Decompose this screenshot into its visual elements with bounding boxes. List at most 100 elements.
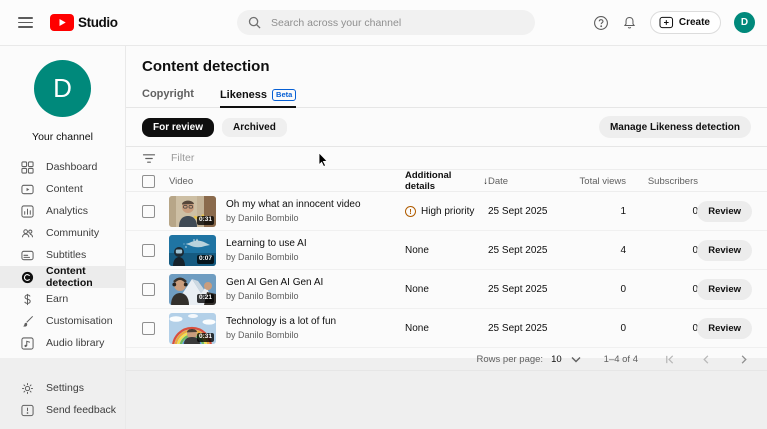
gear-icon: [21, 382, 34, 395]
youtube-studio-app: Studio Create D D: [0, 0, 767, 429]
column-header-subscribers[interactable]: Subscribers: [626, 176, 698, 187]
table-pagination-bar: Rows per page: 10 1–4 of 4: [126, 348, 767, 370]
create-button[interactable]: Create: [650, 11, 721, 34]
video-cell[interactable]: 0:21 Gen AI Gen AI Gen AI by Danilo Bomb…: [169, 274, 405, 305]
row-checkbox[interactable]: [142, 283, 155, 296]
video-thumbnail[interactable]: 0:21: [169, 274, 216, 305]
date-cell: 25 Sept 2025: [488, 323, 566, 334]
help-icon[interactable]: [593, 15, 609, 31]
table-row[interactable]: 0:21 Gen AI Gen AI Gen AI by Danilo Bomb…: [126, 270, 767, 309]
first-page-icon[interactable]: [664, 354, 675, 365]
row-checkbox[interactable]: [142, 205, 155, 218]
review-button[interactable]: Review: [697, 240, 752, 261]
sidebar-item-label: Subtitles: [46, 249, 86, 261]
table-row[interactable]: 0:07 Learning to use AI by Danilo Bombil…: [126, 231, 767, 270]
next-page-icon[interactable]: [738, 354, 749, 365]
previous-page-icon[interactable]: [701, 354, 712, 365]
sidebar-item-content-detection[interactable]: Content detection: [0, 266, 125, 288]
account-avatar[interactable]: D: [734, 12, 755, 33]
chip-for-review[interactable]: For review: [142, 118, 214, 137]
community-icon: [21, 227, 34, 240]
tab-likeness[interactable]: Likeness Beta: [220, 81, 296, 108]
column-header-additional-details[interactable]: Additional details ↓: [405, 170, 488, 192]
page-info: 1–4 of 4: [604, 354, 638, 365]
sidebar-item-customisation[interactable]: Customisation: [0, 310, 125, 332]
column-header-date[interactable]: Date: [488, 176, 566, 187]
subscribers-cell: 0: [626, 245, 698, 256]
create-icon: [659, 16, 674, 29]
page-title: Content detection: [142, 58, 751, 75]
column-header-video[interactable]: Video: [169, 176, 405, 187]
select-all-checkbox[interactable]: [142, 175, 155, 188]
chip-archived[interactable]: Archived: [222, 118, 287, 137]
sidebar-item-settings[interactable]: Settings: [0, 377, 124, 399]
column-header-total-views[interactable]: Total views: [566, 176, 626, 187]
date-cell: 25 Sept 2025: [488, 284, 566, 295]
duration-badge: 0:07: [197, 255, 214, 264]
rows-per-page-chevron-down-icon[interactable]: [570, 355, 582, 364]
topbar-actions: Create D: [593, 0, 755, 45]
main-content: Content detection Copyright Likeness Bet…: [126, 45, 767, 429]
review-button[interactable]: Review: [697, 279, 752, 300]
sidebar-item-dashboard[interactable]: Dashboard: [0, 156, 125, 178]
tab-copyright[interactable]: Copyright: [142, 81, 194, 107]
manage-likeness-detection-button[interactable]: Manage Likeness detection: [599, 116, 751, 138]
sidebar-item-community[interactable]: Community: [0, 222, 125, 244]
channel-block: D Your channel: [0, 45, 125, 143]
sidebar-item-subtitles[interactable]: Subtitles: [0, 244, 125, 266]
create-label: Create: [679, 17, 710, 28]
video-author: by Danilo Bombilo: [226, 291, 323, 301]
dashboard-icon: [21, 161, 34, 174]
video-title[interactable]: Gen AI Gen AI Gen AI: [226, 277, 323, 288]
video-text: Oh my what an innocent video by Danilo B…: [226, 199, 361, 223]
sidebar-item-label: Content detection: [46, 265, 125, 289]
video-cell[interactable]: 0:31 Oh my what an innocent video by Dan…: [169, 196, 405, 227]
sidebar-item-label: Customisation: [46, 315, 113, 327]
sidebar-item-label: Earn: [46, 293, 68, 305]
video-title[interactable]: Learning to use AI: [226, 238, 307, 249]
views-cell: 0: [566, 323, 626, 334]
sidebar-item-label: Audio library: [46, 337, 104, 349]
additional-details-cell: None: [405, 323, 488, 334]
sidebar-item-label: Analytics: [46, 205, 88, 217]
column-header-label: Additional details: [405, 170, 480, 192]
sidebar-item-analytics[interactable]: Analytics: [0, 200, 125, 222]
video-thumbnail[interactable]: 0:31: [169, 196, 216, 227]
tab-bar: Copyright Likeness Beta: [126, 81, 767, 108]
sidebar-item-label: Settings: [46, 382, 84, 394]
review-button[interactable]: Review: [697, 318, 752, 339]
rows-per-page-value[interactable]: 10: [551, 354, 562, 365]
additional-details-cell: None: [405, 245, 488, 256]
video-title[interactable]: Oh my what an innocent video: [226, 199, 361, 210]
sidebar-item-earn[interactable]: Earn: [0, 288, 125, 310]
video-thumbnail[interactable]: 0:07: [169, 235, 216, 266]
menu-icon[interactable]: [18, 17, 33, 28]
filter-input[interactable]: [169, 151, 751, 165]
youtube-studio-logo[interactable]: Studio: [50, 14, 118, 31]
subscribers-cell: 0: [626, 323, 698, 334]
video-cell[interactable]: 0:31 Technology is a lot of fun by Danil…: [169, 313, 405, 344]
views-cell: 4: [566, 245, 626, 256]
notifications-bell-icon[interactable]: [622, 15, 637, 31]
date-cell: 25 Sept 2025: [488, 206, 566, 217]
search-bar[interactable]: [237, 10, 535, 35]
sidebar-item-audio-library[interactable]: Audio library: [0, 332, 125, 354]
row-checkbox[interactable]: [142, 244, 155, 257]
row-checkbox[interactable]: [142, 322, 155, 335]
subscribers-cell: 0: [626, 206, 698, 217]
search-input[interactable]: [269, 16, 524, 30]
video-text: Gen AI Gen AI Gen AI by Danilo Bombilo: [226, 277, 323, 301]
channel-avatar[interactable]: D: [34, 60, 91, 117]
table-filter-bar[interactable]: [126, 147, 767, 170]
sidebar-item-send-feedback[interactable]: Send feedback: [0, 399, 124, 421]
video-cell[interactable]: 0:07 Learning to use AI by Danilo Bombil…: [169, 235, 405, 266]
tab-label: Likeness: [220, 89, 267, 101]
sidebar-item-label: Send feedback: [46, 404, 116, 416]
sidebar-item-content[interactable]: Content: [0, 178, 125, 200]
video-title[interactable]: Technology is a lot of fun: [226, 316, 336, 327]
search-icon: [248, 16, 261, 29]
table-row[interactable]: 0:31 Technology is a lot of fun by Danil…: [126, 309, 767, 348]
table-row[interactable]: 0:31 Oh my what an innocent video by Dan…: [126, 192, 767, 231]
review-button[interactable]: Review: [697, 201, 752, 222]
video-thumbnail[interactable]: 0:31: [169, 313, 216, 344]
